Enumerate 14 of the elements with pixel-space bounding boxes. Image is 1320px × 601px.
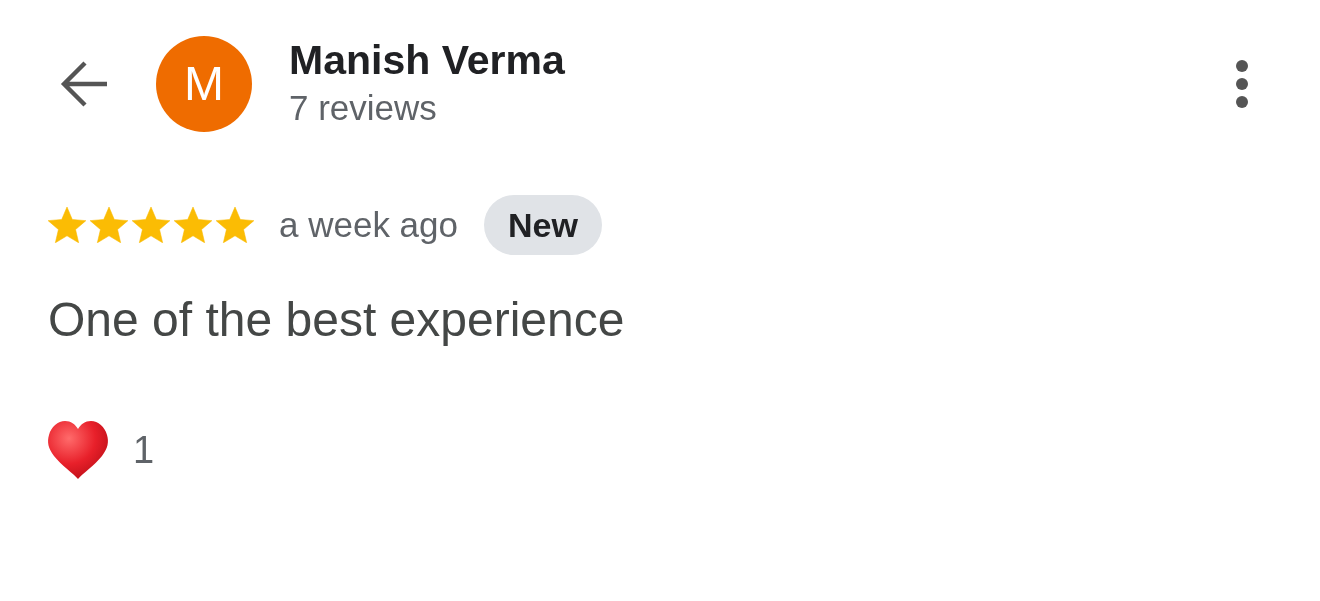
star-icon (132, 207, 170, 243)
star-icon (48, 207, 86, 243)
more-options-icon[interactable] (1236, 60, 1248, 108)
star-icon (174, 207, 212, 243)
reviewer-name[interactable]: Manish Verma (289, 36, 565, 84)
star-icon (216, 207, 254, 243)
reaction-count: 1 (133, 428, 155, 472)
heart-icon[interactable] (47, 420, 109, 480)
review-count: 7 reviews (289, 88, 437, 128)
star-icon (90, 207, 128, 243)
review-text: One of the best experience (48, 292, 625, 348)
back-arrow-icon[interactable] (60, 60, 108, 108)
new-label: New (484, 195, 602, 255)
review-time: a week ago (279, 205, 459, 245)
